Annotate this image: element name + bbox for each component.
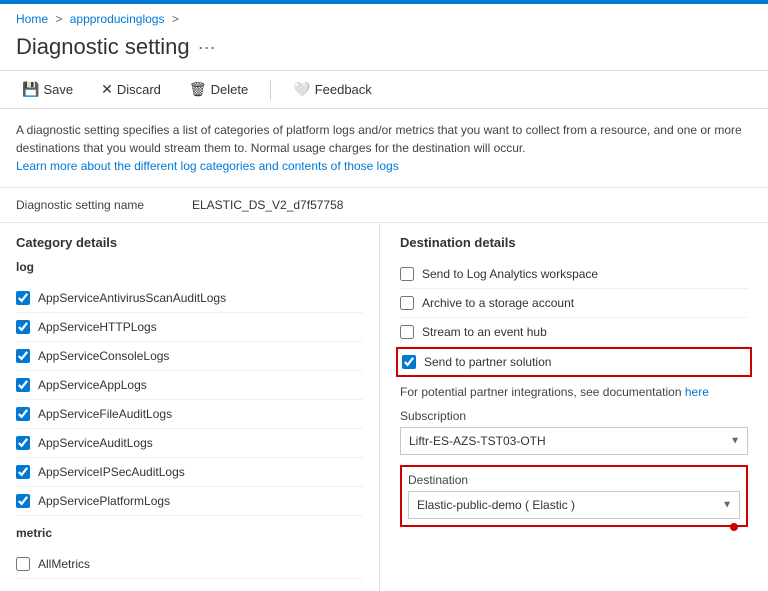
log-subsection-title: log [16, 260, 363, 278]
delete-icon: 🗑 [189, 81, 207, 98]
category-details-title: Category details [16, 235, 363, 250]
setting-name-row: Diagnostic setting name ELASTIC_DS_V2_d7… [0, 188, 768, 223]
dest-checkbox-partner[interactable] [402, 355, 416, 369]
more-options-icon[interactable]: ··· [198, 37, 216, 58]
dest-partner-row: Send to partner solution [402, 353, 746, 371]
list-item: AllMetrics [16, 550, 363, 579]
setting-name-value: ELASTIC_DS_V2_d7f57758 [192, 198, 343, 212]
list-item: AppServicePlatformLogs [16, 487, 363, 516]
dest-checkbox-1[interactable] [400, 296, 414, 310]
log-checkbox-3[interactable] [16, 378, 30, 392]
list-item: AppServiceHTTPLogs [16, 313, 363, 342]
breadcrumb-sep2: > [172, 12, 179, 26]
partner-note-text: For potential partner integrations, see … [400, 385, 682, 399]
partner-here-link[interactable]: here [685, 385, 709, 399]
page-title: Diagnostic setting [16, 34, 190, 60]
left-panel: Category details log AppServiceAntivirus… [0, 223, 380, 591]
log-label-0[interactable]: AppServiceAntivirusScanAuditLogs [38, 291, 226, 305]
destination-select-wrapper: Elastic-public-demo ( Elastic ) ▼ [408, 491, 740, 519]
log-checkbox-0[interactable] [16, 291, 30, 305]
toolbar-separator [270, 80, 271, 100]
log-label-4[interactable]: AppServiceFileAuditLogs [38, 407, 172, 421]
feedback-label: Feedback [315, 82, 372, 97]
red-dot-indicator [730, 523, 738, 531]
dest-label-0[interactable]: Send to Log Analytics workspace [422, 267, 598, 281]
log-checkbox-7[interactable] [16, 494, 30, 508]
destination-field-highlighted: Destination Elastic-public-demo ( Elasti… [400, 465, 748, 527]
log-label-3[interactable]: AppServiceAppLogs [38, 378, 147, 392]
feedback-icon: 🤍 [293, 81, 310, 98]
breadcrumb-sep1: > [55, 12, 62, 26]
log-checkbox-1[interactable] [16, 320, 30, 334]
save-label: Save [43, 82, 73, 97]
description-section: A diagnostic setting specifies a list of… [0, 109, 768, 188]
breadcrumb: Home > appproducinglogs > [0, 4, 768, 30]
subscription-field: Subscription Liftr-ES-AZS-TST03-OTH ▼ [400, 409, 748, 455]
list-item: AppServiceConsoleLogs [16, 342, 363, 371]
feedback-button[interactable]: 🤍 Feedback [287, 77, 378, 102]
log-checkbox-6[interactable] [16, 465, 30, 479]
log-label-2[interactable]: AppServiceConsoleLogs [38, 349, 169, 363]
dest-label-1[interactable]: Archive to a storage account [422, 296, 574, 310]
dest-checkbox-0[interactable] [400, 267, 414, 281]
log-label-6[interactable]: AppServiceIPSecAuditLogs [38, 465, 185, 479]
dest-label-2[interactable]: Stream to an event hub [422, 325, 547, 339]
dest-event-hub: Stream to an event hub [400, 318, 748, 347]
log-checkbox-4[interactable] [16, 407, 30, 421]
subscription-label: Subscription [400, 409, 748, 423]
dest-log-analytics: Send to Log Analytics workspace [400, 260, 748, 289]
dest-checkbox-2[interactable] [400, 325, 414, 339]
dest-storage: Archive to a storage account [400, 289, 748, 318]
log-checkbox-2[interactable] [16, 349, 30, 363]
save-button[interactable]: 💾 Save [16, 77, 79, 102]
log-label-1[interactable]: AppServiceHTTPLogs [38, 320, 157, 334]
breadcrumb-resource[interactable]: appproducinglogs [70, 12, 165, 26]
destination-details-title: Destination details [400, 235, 748, 250]
discard-icon: ✕ [101, 81, 113, 98]
metric-label-0[interactable]: AllMetrics [38, 557, 90, 571]
learn-more-link[interactable]: Learn more about the different log categ… [16, 159, 399, 173]
dest-partner-highlighted: Send to partner solution [396, 347, 752, 377]
right-panel: Destination details Send to Log Analytic… [380, 223, 768, 591]
log-label-5[interactable]: AppServiceAuditLogs [38, 436, 153, 450]
list-item: AppServiceIPSecAuditLogs [16, 458, 363, 487]
discard-label: Discard [117, 82, 161, 97]
list-item: AppServiceAuditLogs [16, 429, 363, 458]
destination-select[interactable]: Elastic-public-demo ( Elastic ) [408, 491, 740, 519]
dest-label-partner[interactable]: Send to partner solution [424, 355, 551, 369]
description-text: A diagnostic setting specifies a list of… [16, 123, 742, 155]
metric-section: metric AllMetrics [16, 526, 363, 579]
partner-note: For potential partner integrations, see … [400, 385, 748, 399]
breadcrumb-home[interactable]: Home [16, 12, 48, 26]
log-label-7[interactable]: AppServicePlatformLogs [38, 494, 170, 508]
save-icon: 💾 [22, 81, 39, 98]
discard-button[interactable]: ✕ Discard [95, 77, 167, 102]
destination-field-label: Destination [408, 473, 740, 487]
delete-label: Delete [211, 82, 249, 97]
subscription-select[interactable]: Liftr-ES-AZS-TST03-OTH [400, 427, 748, 455]
list-item: AppServiceFileAuditLogs [16, 400, 363, 429]
delete-button[interactable]: 🗑 Delete [183, 77, 254, 102]
metric-subsection-title: metric [16, 526, 363, 544]
metric-checkbox-0[interactable] [16, 557, 30, 571]
subscription-select-wrapper: Liftr-ES-AZS-TST03-OTH ▼ [400, 427, 748, 455]
log-checkbox-5[interactable] [16, 436, 30, 450]
toolbar: 💾 Save ✕ Discard 🗑 Delete 🤍 Feedback [0, 70, 768, 109]
setting-name-label: Diagnostic setting name [16, 198, 176, 212]
list-item: AppServiceAntivirusScanAuditLogs [16, 284, 363, 313]
page-title-row: Diagnostic setting ··· [0, 30, 768, 70]
list-item: AppServiceAppLogs [16, 371, 363, 400]
main-content: Category details log AppServiceAntivirus… [0, 223, 768, 591]
